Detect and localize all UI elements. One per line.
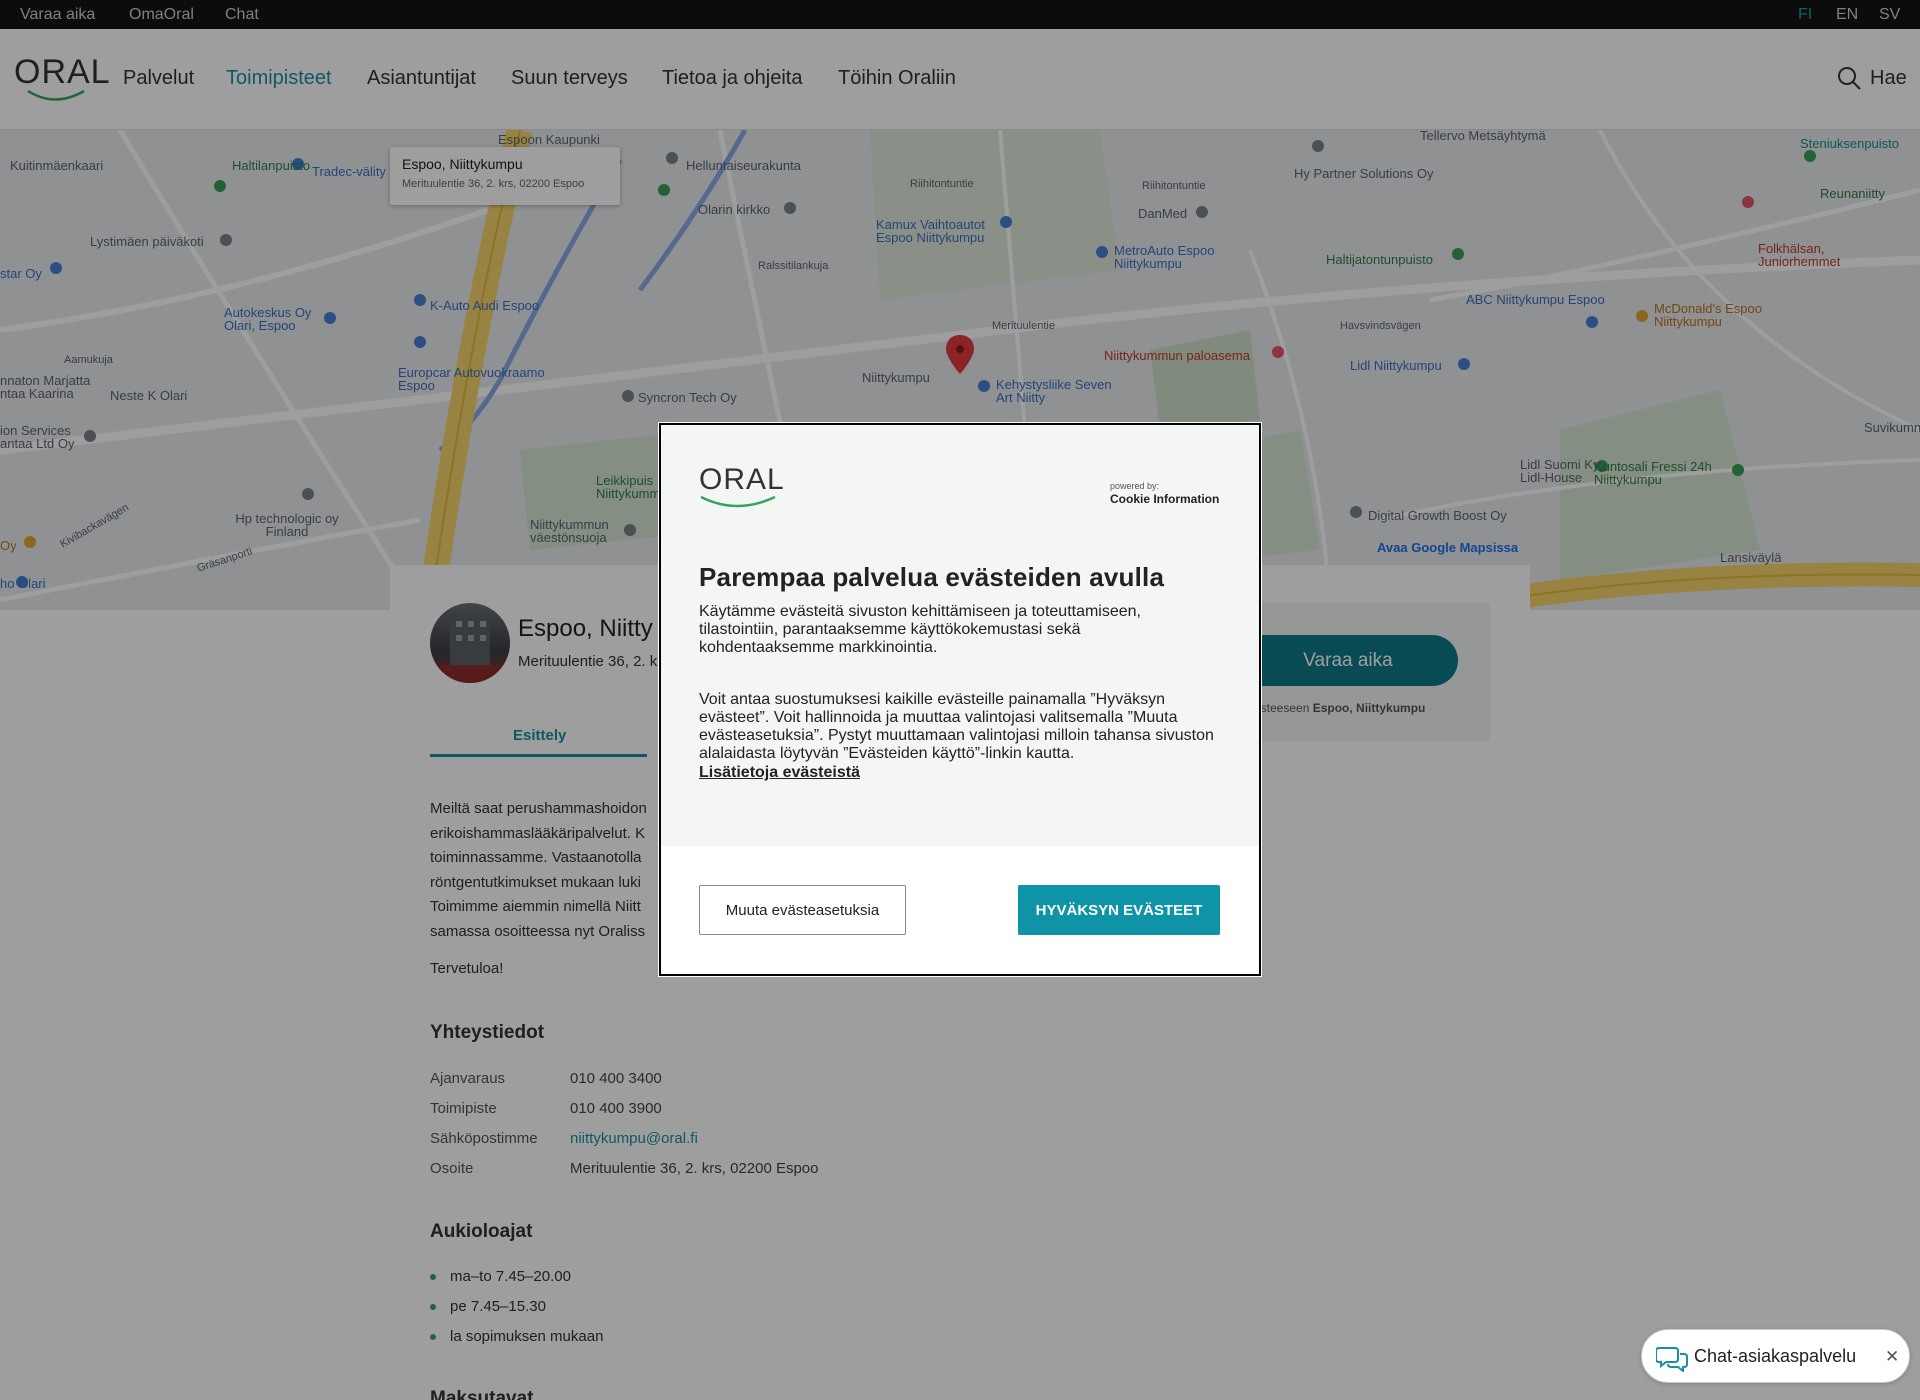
cookie-info-link[interactable]: Lisätietoja evästeistä [699,764,860,782]
chat-widget[interactable]: Chat-asiakaspalvelu ✕ [1641,1329,1910,1383]
powered-by: powered by: Cookie Information [1110,481,1220,506]
accept-cookies-button[interactable]: HYVÄKSYN EVÄSTEET [1018,885,1220,935]
chat-bubbles-icon [1656,1347,1688,1372]
cookie-dialog-text-2: Voit antaa suostumuksesi kaikille eväste… [699,691,1214,762]
cookie-dialog-text-1: Käytämme evästeitä sivuston kehittämisee… [699,603,1141,656]
close-icon[interactable]: ✕ [1885,1347,1899,1367]
logo-smile-icon [700,495,776,508]
chat-label: Chat-asiakaspalvelu [1694,1346,1857,1366]
cookie-dialog-title: Parempaa palvelua evästeiden avulla [699,562,1165,592]
cookie-settings-button[interactable]: Muuta evästeasetuksia [699,885,906,935]
modal-oral-logo: ORAL [699,463,785,513]
cookie-consent-dialog: ORAL powered by: Cookie Information Pare… [659,423,1261,976]
